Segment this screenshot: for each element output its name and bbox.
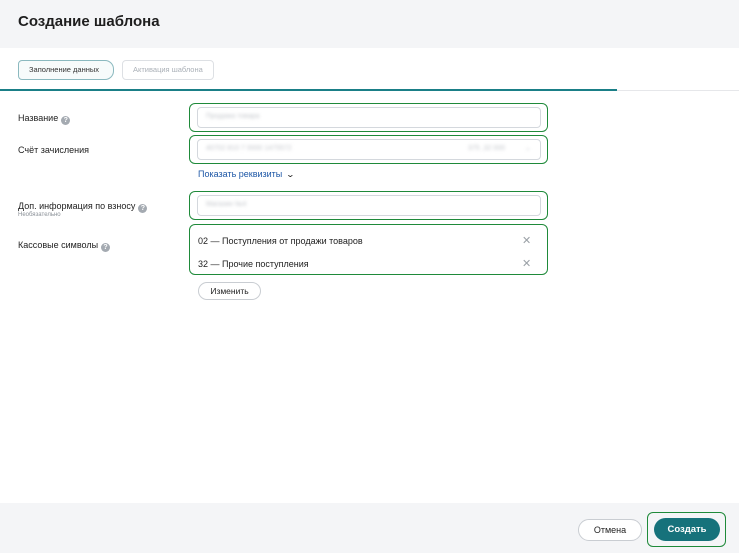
name-input-value: Продажа товара xyxy=(206,113,260,120)
create-button[interactable]: Создать xyxy=(654,518,720,541)
show-details-link[interactable]: Показать реквизиты ⌄ xyxy=(198,169,296,179)
cancel-button[interactable]: Отмена xyxy=(578,519,642,541)
cash-symbol-item: 32 — Прочие поступления xyxy=(198,259,309,269)
close-icon[interactable]: ✕ xyxy=(522,234,531,247)
extra-info-input[interactable]: Магазин №4 xyxy=(197,195,541,216)
change-button[interactable]: Изменить xyxy=(198,282,261,300)
name-input[interactable]: Продажа товара xyxy=(197,107,541,128)
account-balance: 375 ,32 000 xyxy=(468,145,505,152)
help-icon[interactable]: ? xyxy=(61,116,71,125)
progress-bar xyxy=(0,89,617,91)
step-activate-template[interactable]: Активация шаблона xyxy=(122,60,214,80)
show-details-label: Показать реквизиты xyxy=(198,169,283,179)
step-fill-data[interactable]: Заполнение данных xyxy=(18,60,114,80)
account-select[interactable]: 40702 810 7 0000 1475572 375 ,32 000 ⌄ xyxy=(197,139,541,160)
help-icon[interactable]: ? xyxy=(138,204,148,213)
chevron-down-icon: ⌄ xyxy=(285,170,296,179)
extra-info-value: Магазин №4 xyxy=(206,201,247,208)
close-icon[interactable]: ✕ xyxy=(522,257,531,270)
name-label: Название? xyxy=(18,113,71,125)
account-number: 40702 810 7 0000 1475572 xyxy=(206,145,292,152)
stepper: Заполнение данных Активация шаблона xyxy=(0,48,739,91)
cash-symbols-label: Кассовые символы? xyxy=(18,240,111,252)
modal-header: Создание шаблона xyxy=(0,0,739,48)
help-icon[interactable]: ? xyxy=(101,243,111,252)
page-title: Создание шаблона xyxy=(18,13,160,30)
extra-info-label-text: Доп. информация по взносу xyxy=(18,201,136,211)
name-label-text: Название xyxy=(18,113,59,123)
chevron-down-icon: ⌄ xyxy=(525,145,531,152)
cash-symbol-item: 02 — Поступления от продажи товаров xyxy=(198,236,363,246)
extra-info-hint: Необязательно xyxy=(18,212,61,218)
cash-symbols-label-text: Кассовые символы xyxy=(18,240,99,250)
account-label: Счёт зачисления xyxy=(18,145,89,155)
